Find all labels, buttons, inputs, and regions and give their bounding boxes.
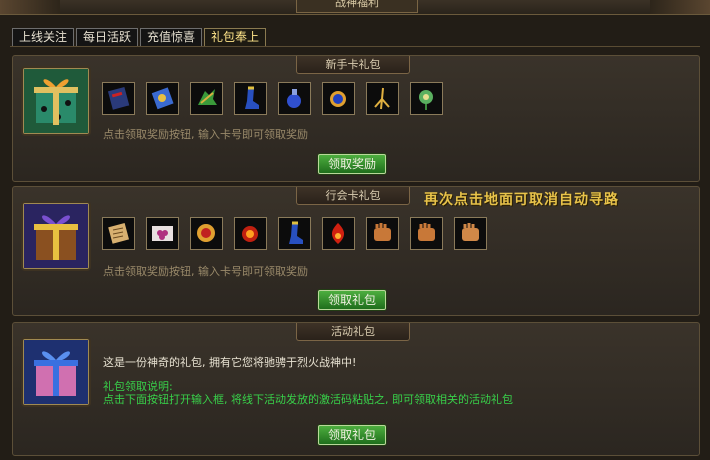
- parchment-icon[interactable]: [102, 217, 135, 250]
- tab-online-follow[interactable]: 上线关注: [12, 28, 75, 47]
- gift-box-pink-icon: [23, 339, 89, 405]
- tab-recharge-surprise[interactable]: 充值惊喜: [140, 28, 203, 47]
- panel-description: 点击领取奖励按钮, 输入卡号即可领取奖励: [103, 128, 308, 141]
- red-gem-icon[interactable]: [190, 217, 223, 250]
- claim-reward-button[interactable]: 领取奖励: [318, 154, 386, 174]
- green-flower-icon[interactable]: [410, 82, 443, 115]
- window-top-bar: 战神福利: [0, 0, 710, 15]
- fire-orb-icon[interactable]: [234, 217, 267, 250]
- fist-icon[interactable]: [410, 217, 443, 250]
- fist-icon[interactable]: [366, 217, 399, 250]
- tab-divider: [10, 46, 700, 47]
- tab-daily-active[interactable]: 每日活跃: [76, 28, 139, 47]
- panel-event-gift: 活动礼包 这是一份神奇的礼包, 拥有它您将驰骋于烈火战神中! 礼包领取说明: 点…: [12, 322, 700, 456]
- tab-bar: 上线关注 每日活跃 充值惊喜 礼包奉上: [12, 28, 268, 47]
- blue-boots-icon[interactable]: [278, 217, 311, 250]
- panel-title: 新手卡礼包: [296, 56, 410, 74]
- blue-amulet-icon[interactable]: [322, 82, 355, 115]
- blue-boots-icon[interactable]: [234, 82, 267, 115]
- gift-box-purple-icon: [23, 203, 89, 269]
- fist-icon[interactable]: [454, 217, 487, 250]
- panel-newbie-card: 新手卡礼包 点击领取奖励按钮, 输入卡号即可领取奖励 领取奖励: [12, 55, 700, 182]
- reward-item-list: [102, 82, 454, 115]
- panel-title: 行会卡礼包: [296, 187, 410, 205]
- claim-event-gift-button[interactable]: 领取礼包: [318, 425, 386, 445]
- scroll-book-icon[interactable]: [102, 82, 135, 115]
- panel-title: 活动礼包: [296, 323, 410, 341]
- gift-box-green-icon: [23, 68, 89, 134]
- game-window: 战神福利 上线关注 每日活跃 充值惊喜 礼包奉上 新手卡礼包 点击领取奖励按钮,…: [0, 0, 710, 460]
- frame-corner-right: [650, 0, 710, 14]
- blue-scroll-icon[interactable]: [146, 82, 179, 115]
- reward-item-list: [102, 217, 498, 250]
- frame-corner-left: [0, 0, 60, 14]
- red-flame-icon[interactable]: [322, 217, 355, 250]
- tab-gift-packs[interactable]: 礼包奉上: [204, 28, 267, 47]
- window-title: 战神福利: [296, 0, 418, 13]
- panel-description: 点击领取奖励按钮, 输入卡号即可领取奖励: [103, 265, 308, 278]
- claim-gift-button[interactable]: 领取礼包: [318, 290, 386, 310]
- grapes-icon[interactable]: [146, 217, 179, 250]
- gold-root-icon[interactable]: [366, 82, 399, 115]
- green-claw-icon[interactable]: [190, 82, 223, 115]
- auto-pathfinding-hint: 再次点击地面可取消自动寻路: [424, 192, 619, 208]
- claim-instructions-text: 点击下面按钮打开输入框, 将线下活动发放的激活码粘贴之, 即可领取相关的活动礼包: [103, 393, 513, 406]
- blue-potion-icon[interactable]: [278, 82, 311, 115]
- panel-description: 这是一份神奇的礼包, 拥有它您将驰骋于烈火战神中!: [103, 356, 357, 369]
